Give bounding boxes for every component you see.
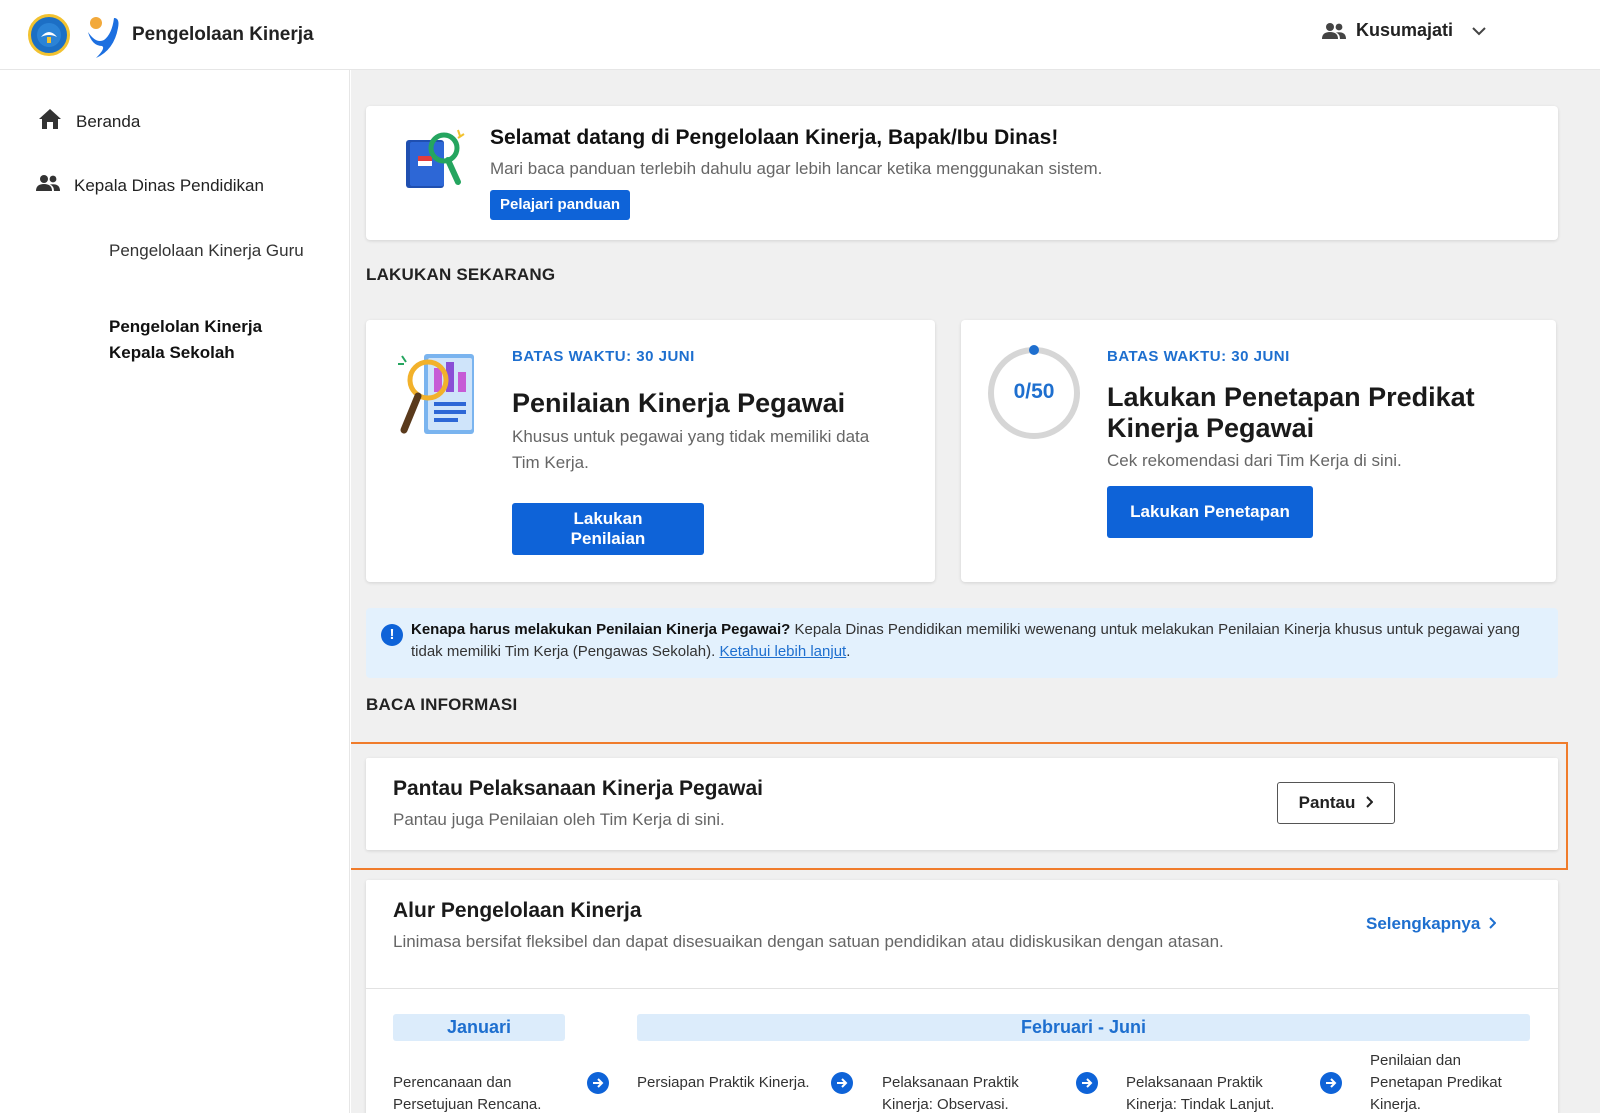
sidebar-item-kepala-dinas[interactable]: Kepala Dinas Pendidikan <box>36 174 264 197</box>
progress-ring: 0/50 <box>985 344 1083 442</box>
welcome-title: Selamat datang di Pengelolaan Kinerja, B… <box>490 126 1059 149</box>
app-title: Pengelolaan Kinerja <box>132 24 314 45</box>
info-end: . <box>846 643 851 660</box>
sidebar-subitem-kinerja-kepala-sekolah[interactable]: Pengelolan Kinerja Kepala Sekolah <box>109 314 309 366</box>
flow-step: Pelaksanaan Praktik Kinerja: Observasi. <box>882 1074 1019 1113</box>
arrow-right-icon <box>1076 1072 1098 1094</box>
user-name: Kusumajati <box>1356 20 1454 40</box>
sidebar-item-beranda[interactable]: Beranda <box>38 108 140 135</box>
sidebar-item-label: Kepala Dinas Pendidikan <box>74 175 264 195</box>
task-title: Penilaian Kinerja Pegawai <box>512 388 846 418</box>
user-menu[interactable]: Kusumajati <box>1322 20 1487 41</box>
task-description: Cek rekomendasi dari Tim Kerja di sini. <box>1107 451 1402 470</box>
flow-card: Alur Pengelolaan Kinerja Linimasa bersif… <box>366 880 1558 1113</box>
sidebar: Beranda Kepala Dinas Pendidikan Pengelol… <box>0 70 350 1113</box>
flow-step: Penilaian dan Penetapan Predikat Kinerja… <box>1370 1052 1502 1113</box>
divider <box>366 988 1558 989</box>
sidebar-subitem-kinerja-guru[interactable]: Pengelolaan Kinerja Guru <box>109 238 309 264</box>
sidebar-item-label: Beranda <box>76 111 141 131</box>
arrow-right-icon <box>1320 1072 1342 1094</box>
flow-title: Alur Pengelolaan Kinerja <box>393 899 642 922</box>
task-description: Khusus untuk pegawai yang tidak memiliki… <box>512 427 870 472</box>
section-title-do-now: LAKUKAN SEKARANG <box>366 265 556 284</box>
main-content: Selamat datang di Pengelolaan Kinerja, B… <box>351 70 1600 1113</box>
period-january: Januari <box>393 1014 565 1041</box>
task-title: Lakukan Penetapan Predikat Kinerja Pegaw… <box>1107 382 1475 443</box>
see-more-label: Selengkapnya <box>1366 914 1481 933</box>
info-exclamation-icon: ! <box>381 624 403 646</box>
do-assessment-button[interactable]: Lakukan Penilaian <box>512 503 704 555</box>
chart-magnifier-illustration-icon <box>398 350 480 436</box>
flow-subtitle: Linimasa bersifat fleksibel dan dapat di… <box>393 932 1224 951</box>
info-banner: ! Kenapa harus melakukan Penilaian Kiner… <box>366 608 1558 678</box>
flow-step: Pelaksanaan Praktik Kinerja: Tindak Lanj… <box>1126 1074 1275 1113</box>
task-card-assessment: BATAS WAKTU: 30 JUNI Penilaian Kinerja P… <box>366 320 935 582</box>
do-predicate-button[interactable]: Lakukan Penetapan <box>1107 486 1313 538</box>
highlight-frame <box>351 742 1568 870</box>
info-text: Kenapa harus melakukan Penilaian Kinerja… <box>411 619 1521 663</box>
government-logo-icon <box>28 14 70 56</box>
guide-book-illustration-icon <box>402 126 466 192</box>
arrow-right-icon <box>587 1072 609 1094</box>
people-icon <box>36 174 60 197</box>
flow-step: Perencanaan dan Persetujuan Rencana. <box>393 1074 542 1113</box>
flow-step: Persiapan Praktik Kinerja. <box>637 1074 810 1091</box>
task-deadline: BATAS WAKTU: 30 JUNI <box>1107 348 1290 365</box>
task-card-predicate: 0/50 BATAS WAKTU: 30 JUNI Lakukan Peneta… <box>961 320 1556 582</box>
chevron-down-icon <box>1471 26 1487 36</box>
top-header: Pengelolaan Kinerja Kusumajati <box>0 0 1600 70</box>
task-deadline: BATAS WAKTU: 30 JUNI <box>512 348 695 365</box>
app-logo-icon <box>86 14 120 58</box>
info-question: Kenapa harus melakukan Penilaian Kinerja… <box>411 621 791 638</box>
see-more-link[interactable]: Selengkapnya <box>1366 914 1497 934</box>
home-icon <box>38 108 62 135</box>
people-icon <box>1322 22 1346 40</box>
arrow-right-icon <box>831 1072 853 1094</box>
learn-guide-button[interactable]: Pelajari panduan <box>490 190 631 220</box>
welcome-subtitle: Mari baca panduan terlebih dahulu agar l… <box>490 159 1103 178</box>
chevron-right-icon <box>1488 914 1497 934</box>
progress-label: 0/50 <box>1013 380 1055 403</box>
section-title-read-info: BACA INFORMASI <box>366 695 518 714</box>
period-february-june: Februari - Juni <box>637 1014 1530 1041</box>
learn-more-link[interactable]: Ketahui lebih lanjut <box>719 643 846 660</box>
welcome-card: Selamat datang di Pengelolaan Kinerja, B… <box>366 106 1558 240</box>
